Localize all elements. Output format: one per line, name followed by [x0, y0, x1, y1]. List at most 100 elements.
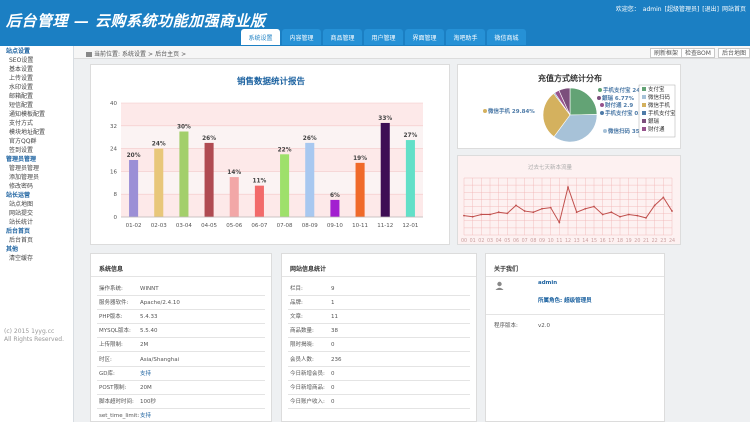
x-tick-label: 17 — [608, 238, 614, 244]
main-tabs: 系统设置 内容管理 商品管理 用户管理 界面管理 淘吧助手 微信商城 — [241, 29, 526, 45]
refresh-frame-button[interactable]: 刷新框架 — [650, 48, 683, 58]
sidebar-item[interactable]: 网站提交 — [0, 209, 73, 218]
info-label: PHP版本: — [99, 314, 123, 321]
data-point — [645, 217, 647, 219]
bar-value-label: 14% — [227, 170, 241, 176]
x-tick-label: 12 — [565, 238, 571, 244]
x-tick-label: 22 — [652, 238, 658, 244]
top-header: 后台管理 — 云购系统功能加强商业版 欢迎您： admin [超级管理员] [退出] 网… — [0, 0, 750, 46]
sidebar-item[interactable]: 官方QQ群 — [0, 137, 73, 146]
info-label: 品牌: — [290, 300, 303, 307]
sidebar-item[interactable]: 站长统计 — [0, 218, 73, 227]
row-divider — [97, 309, 265, 311]
x-tick-label: 12-01 — [402, 223, 418, 229]
sidebar-item[interactable]: 邮箱配置 — [0, 92, 73, 101]
info-label: 会员人数: — [290, 356, 314, 363]
sidebar-item[interactable]: 管理员管理 — [0, 164, 73, 173]
sidebar-item[interactable]: 模块地址配置 — [0, 128, 73, 137]
sidebar-item[interactable]: 短信配置 — [0, 101, 73, 110]
data-point — [549, 206, 552, 209]
welcome-text: 欢迎您： — [615, 6, 640, 13]
info-value: 100秒 — [140, 398, 156, 405]
tab-6[interactable]: 淘吧助手 — [446, 29, 485, 45]
sidebar-item[interactable]: 站点地图 — [0, 200, 73, 209]
tab-2[interactable]: 内容管理 — [282, 29, 321, 45]
sidebar-item[interactable]: SEO设置 — [0, 56, 73, 65]
legend-label: 銀瑞 — [648, 117, 660, 125]
info-value: 20M — [140, 384, 152, 391]
breadcrumb-section[interactable]: 系统设置 — [122, 51, 146, 58]
bar — [330, 199, 340, 217]
data-point — [541, 207, 543, 210]
sidebar-item[interactable]: 支付方式 — [0, 119, 73, 128]
info-value: 0 — [331, 398, 335, 405]
home-icon — [86, 52, 92, 57]
row-divider — [97, 407, 265, 409]
x-tick-label: 02 — [478, 238, 484, 244]
x-tick-label: 11-12 — [377, 223, 393, 229]
bar — [380, 122, 390, 217]
sidebar-item[interactable]: 上传设置 — [0, 74, 73, 83]
sidebar-item[interactable]: 水印设置 — [0, 83, 73, 92]
info-row: 商品数量: 38 — [290, 326, 338, 334]
admin-map-button[interactable]: 后台地图 — [718, 48, 750, 58]
info-row: POST限制: 20M — [99, 383, 152, 391]
row-divider — [97, 295, 265, 296]
slice-label: 微信手机 29.84% — [487, 107, 535, 115]
info-value: Apache/2.4.10 — [140, 300, 180, 307]
data-point — [653, 204, 656, 207]
sidebar-item[interactable]: 清空缓存 — [0, 254, 73, 263]
breadcrumb-location: 当前位置: — [94, 51, 121, 58]
tab-7[interactable]: 微信商城 — [487, 29, 526, 45]
data-point — [463, 214, 465, 217]
sidebar-item[interactable]: 签到设置 — [0, 146, 73, 155]
sidebar-item[interactable]: 修改密码 — [0, 182, 73, 191]
app-logo: 后台管理 — 云购系统功能加强商业版 — [6, 12, 266, 30]
bar-value-label: 22% — [278, 147, 292, 153]
x-tick-label: 08-09 — [302, 223, 318, 229]
x-tick-label: 08 — [530, 238, 536, 244]
info-value: 11 — [331, 314, 338, 321]
site-stats-panel: 网站信息统计 栏目: 9 品牌: 1 文章: 11 商品数量: 38 限时揭晓: 0 会员人数: 23… — [281, 253, 477, 422]
user-info: 欢迎您： admin [超级管理员] [退出] 网站首页 — [613, 4, 746, 13]
info-label: 操作系统: — [99, 286, 123, 292]
tab-5[interactable]: 界面管理 — [405, 29, 444, 45]
data-point — [662, 196, 665, 199]
grid-band — [121, 171, 423, 195]
data-point — [584, 207, 587, 210]
info-value: 9 — [331, 286, 335, 292]
tab-1[interactable]: 系统设置 — [241, 29, 280, 45]
data-point — [610, 211, 613, 214]
bar-value-label: 11% — [252, 179, 266, 185]
row-divider — [288, 351, 470, 353]
traffic-chart-panel: 过去七天新本流量 00 01 02 03 04 05 06 07 08 09 10 11 12 13 14 15… — [457, 155, 681, 245]
breadcrumb-page[interactable]: 后台主页 — [155, 51, 179, 58]
bar — [405, 140, 415, 217]
grid-band — [121, 148, 423, 172]
sidebar-item[interactable]: 基本设置 — [0, 65, 73, 74]
info-value: WINNT — [140, 286, 159, 292]
check-bom-button[interactable]: 检查BOM — [681, 48, 715, 58]
sidebar-item[interactable]: 添加管理员 — [0, 173, 73, 182]
x-tick-label: 07 — [522, 238, 528, 244]
divider — [486, 276, 664, 277]
row-divider — [288, 295, 470, 296]
role-link[interactable]: [超级管理员] — [665, 6, 700, 13]
site-home-link[interactable]: 网站首页 — [722, 6, 746, 13]
sidebar-item[interactable]: 通知模板配置 — [0, 110, 73, 119]
tab-4[interactable]: 用户管理 — [364, 29, 403, 45]
x-tick-label: 18 — [617, 238, 623, 244]
logout-link[interactable]: [退出] — [702, 6, 719, 13]
x-tick-label: 04 — [496, 238, 502, 244]
sidebar-item[interactable]: 后台首页 — [0, 236, 73, 245]
data-point — [593, 205, 595, 208]
bar-value-label: 30% — [177, 125, 191, 131]
info-value: 0 — [331, 370, 335, 377]
bar — [154, 148, 164, 217]
x-tick-label: 05-06 — [226, 223, 242, 229]
x-tick-label: 04-05 — [201, 223, 217, 229]
tab-3[interactable]: 商品管理 — [323, 29, 362, 45]
slice-label-dot — [603, 129, 607, 133]
x-tick-label: 10 — [548, 238, 554, 244]
bar — [204, 142, 214, 217]
